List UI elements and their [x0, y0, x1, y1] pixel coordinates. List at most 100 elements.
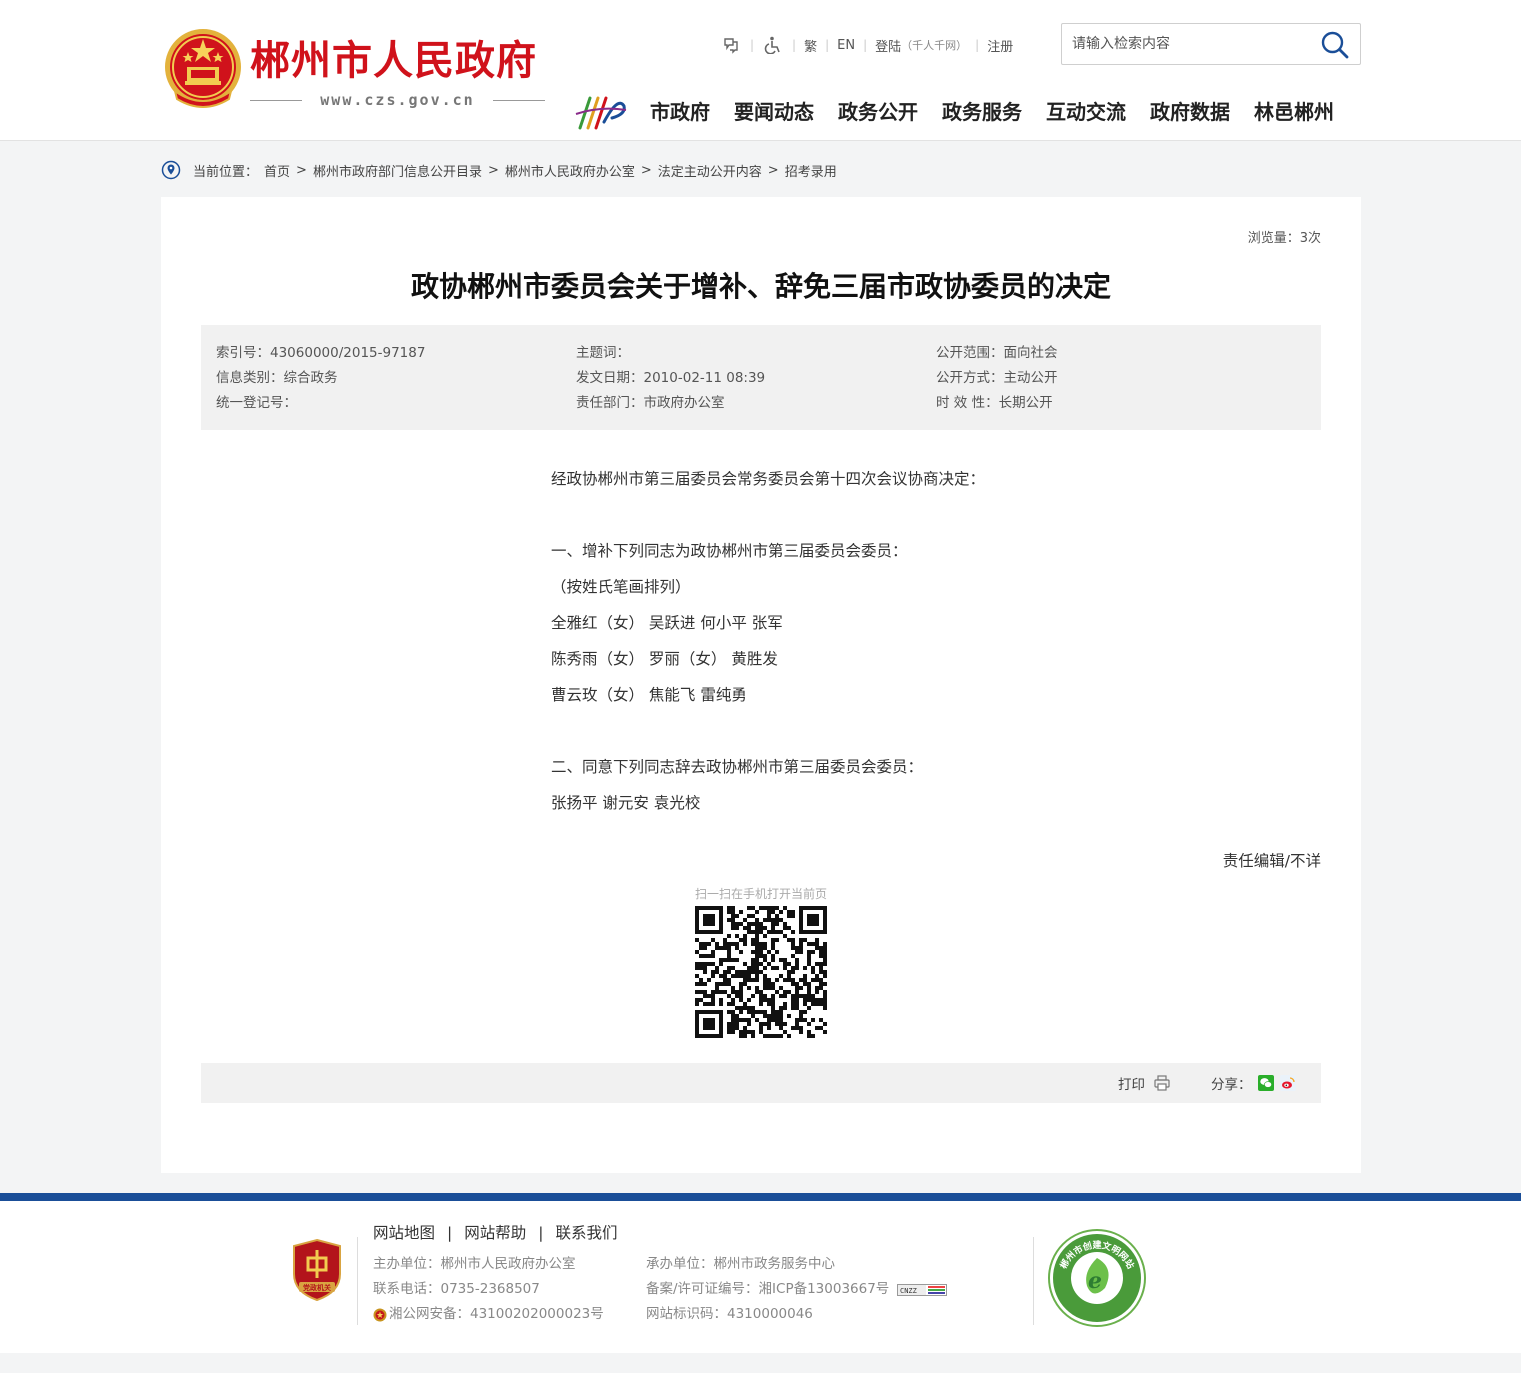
- article-paragraph: 陈秀雨（女） 罗丽（女） 黄胜发: [551, 650, 778, 668]
- breadcrumb-link[interactable]: 首页: [264, 161, 290, 180]
- qr-caption: 扫一扫在手机打开当前页: [694, 887, 827, 901]
- meta-row: 索引号：43060000/2015-97187 主题词： 公开范围：面向社会: [201, 341, 1321, 366]
- breadcrumb-link[interactable]: 法定主动公开内容: [658, 161, 762, 180]
- wechat-icon[interactable]: [1257, 1075, 1274, 1091]
- meta-scope: 公开范围：面向社会: [936, 345, 1058, 361]
- separator: |: [975, 38, 980, 52]
- footer-accent-bar: [0, 1193, 1521, 1201]
- nav-item-city-government[interactable]: 市政府: [650, 97, 710, 127]
- breadcrumb-separator: >: [767, 162, 779, 178]
- breadcrumb: 当前位置： 首页 > 郴州市政府部门信息公开目录 > 郴州市人民政府办公室 > …: [161, 158, 837, 182]
- register-link[interactable]: 注册: [987, 36, 1013, 55]
- meta-date: 发文日期：2010-02-11 08:39: [576, 370, 766, 386]
- meta-subject: 主题词：: [576, 345, 630, 361]
- article-toolbar: 打印 分享：: [201, 1063, 1321, 1103]
- separator: |: [750, 38, 755, 52]
- nav-item-government-data[interactable]: 政府数据: [1150, 97, 1230, 127]
- location-pin-icon: [161, 160, 181, 180]
- article-paragraph: 全雅红（女） 吴跃进 何小平 张军: [551, 614, 783, 632]
- print-button[interactable]: 打印: [1118, 1073, 1171, 1093]
- responsible-editor: 责任编辑/不详: [1222, 852, 1321, 870]
- accessibility-icon[interactable]: [762, 34, 784, 56]
- footer-icp-row: 备案/许可证编号：湘ICP备13003667号 CNZZ: [646, 1277, 948, 1302]
- share-label: 分享：: [1211, 1077, 1252, 1093]
- search-box: [1061, 23, 1361, 65]
- footer-operator: 承办单位：郴州市政务服务中心: [646, 1256, 835, 1272]
- meta-method: 公开方式：主动公开: [936, 370, 1058, 386]
- meta-reg-no: 统一登记号：: [216, 395, 297, 411]
- breadcrumb-label: 当前位置：: [193, 164, 259, 180]
- nav-item-linyi-chenzhou[interactable]: 林邑郴州: [1254, 97, 1334, 127]
- breadcrumb-link[interactable]: 郴州市政府部门信息公开目录: [313, 161, 482, 180]
- site-header: 郴州市人民政府 www.czs.gov.cn | | 繁 | EN | 登陆 （…: [0, 0, 1521, 141]
- article-paragraph: （按姓氏笔画排列）: [551, 578, 691, 596]
- english-link[interactable]: EN: [837, 38, 855, 53]
- meta-index-no: 索引号：43060000/2015-97187: [216, 345, 426, 361]
- site-title: 郴州市人民政府: [250, 38, 537, 84]
- nav-item-interaction[interactable]: 互动交流: [1046, 97, 1126, 127]
- login-link[interactable]: 登陆: [875, 36, 901, 55]
- breadcrumb-separator: >: [296, 162, 307, 178]
- footer-info-left: 主办单位：郴州市人民政府办公室 联系电话：0735-2368507 湘公网安备：…: [373, 1252, 604, 1327]
- meta-dept: 责任部门：市政府办公室: [576, 395, 725, 411]
- search-icon[interactable]: [1320, 30, 1350, 60]
- help-link[interactable]: 网站帮助: [464, 1221, 526, 1245]
- search-input[interactable]: [1072, 33, 1312, 55]
- meta-row: 统一登记号： 责任部门：市政府办公室 时 效 性：长期公开: [201, 391, 1321, 416]
- breadcrumb-link[interactable]: 招考录用: [785, 161, 837, 180]
- nav-item-news[interactable]: 要闻动态: [734, 97, 814, 127]
- article-paragraph: 一、增补下列同志为政协郴州市第三届委员会委员：: [551, 542, 908, 560]
- meta-category: 信息类别：综合政务: [216, 370, 338, 386]
- article-paragraph: 曹云玫（女） 焦能飞 雷纯勇: [551, 686, 747, 704]
- article-body: 经政协郴州市第三届委员会常务委员会第十四次会议协商决定： 一、增补下列同志为政协…: [551, 461, 1151, 821]
- separator: |: [863, 38, 868, 52]
- divider: [1033, 1237, 1034, 1325]
- article-paragraph: [551, 713, 1151, 749]
- separator: |: [792, 38, 797, 52]
- view-count: 浏览量：3次: [1247, 231, 1321, 246]
- footer-site-id: 网站标识码：4310000046: [646, 1306, 813, 1322]
- divider: [250, 100, 302, 101]
- footer-phone: 联系电话：0735-2368507: [373, 1281, 540, 1297]
- national-emblem-icon: [165, 29, 241, 108]
- svg-text:CNZZ: CNZZ: [900, 1287, 917, 1295]
- top-links: | | 繁 | EN | 登陆 （千人千网） | 注册: [720, 34, 1013, 56]
- article-meta-table: 索引号：43060000/2015-97187 主题词： 公开范围：面向社会 信…: [201, 325, 1321, 430]
- breadcrumb-separator: >: [640, 162, 652, 178]
- separator: |: [825, 38, 830, 52]
- site-url-row: www.czs.gov.cn: [250, 90, 545, 110]
- civilized-website-badge-icon[interactable]: e 郴州市创建文明网站: [1047, 1228, 1147, 1328]
- qr-code-icon: [695, 906, 827, 1038]
- divider: [357, 1237, 358, 1325]
- sitemap-link[interactable]: 网站地图: [373, 1221, 435, 1245]
- cnzz-stats-icon[interactable]: CNZZ: [897, 1283, 948, 1296]
- article-card: 浏览量：3次 政协郴州市委员会关于增补、辞免三届市政协委员的决定 索引号：430…: [161, 197, 1361, 1173]
- footer-info-right: 承办单位：郴州市政务服务中心 备案/许可证编号：湘ICP备13003667号 C…: [646, 1252, 948, 1327]
- separator: |: [538, 1224, 544, 1242]
- party-government-badge-icon[interactable]: 党政机关: [290, 1238, 344, 1302]
- nav-item-services[interactable]: 政务服务: [942, 97, 1022, 127]
- barrier-free-icon[interactable]: [720, 34, 742, 56]
- svg-text:e: e: [1088, 1268, 1102, 1294]
- printer-icon: [1154, 1075, 1170, 1091]
- login-note: （千人千网）: [901, 39, 968, 52]
- article-paragraph: [551, 497, 1151, 533]
- footer-host: 主办单位：郴州市人民政府办公室: [373, 1256, 576, 1272]
- traditional-chinese-link[interactable]: 繁: [804, 36, 817, 55]
- breadcrumb-link[interactable]: 郴州市人民政府办公室: [505, 161, 635, 180]
- footer-icp[interactable]: 备案/许可证编号：湘ICP备13003667号: [646, 1277, 889, 1302]
- footer-police-record[interactable]: 湘公网安备：43100202000023号: [389, 1302, 604, 1327]
- article-paragraph: 二、同意下列同志辞去政协郴州市第三届委员会委员：: [551, 758, 924, 776]
- contact-link[interactable]: 联系我们: [556, 1221, 618, 1245]
- party-badge-text: 党政机关: [303, 1283, 331, 1292]
- nav-item-open-government[interactable]: 政务公开: [838, 97, 918, 127]
- weibo-icon[interactable]: [1279, 1075, 1296, 1091]
- site-footer: 党政机关 网站地图 | 网站帮助 | 联系我们 主办单位：郴州市人民政府办公室 …: [0, 1201, 1521, 1353]
- share-group: 分享：: [1211, 1073, 1296, 1093]
- article-title: 政协郴州市委员会关于增补、辞免三届市政协委员的决定: [410, 270, 1111, 303]
- breadcrumb-separator: >: [487, 162, 499, 178]
- main-nav: 市政府 要闻动态 政务公开 政务服务 互动交流 政府数据 林邑郴州: [650, 97, 1334, 127]
- article-paragraph: 经政协郴州市第三届委员会常务委员会第十四次会议协商决定：: [551, 470, 986, 488]
- separator: |: [447, 1224, 453, 1242]
- city-brand-logo-icon: [575, 96, 627, 130]
